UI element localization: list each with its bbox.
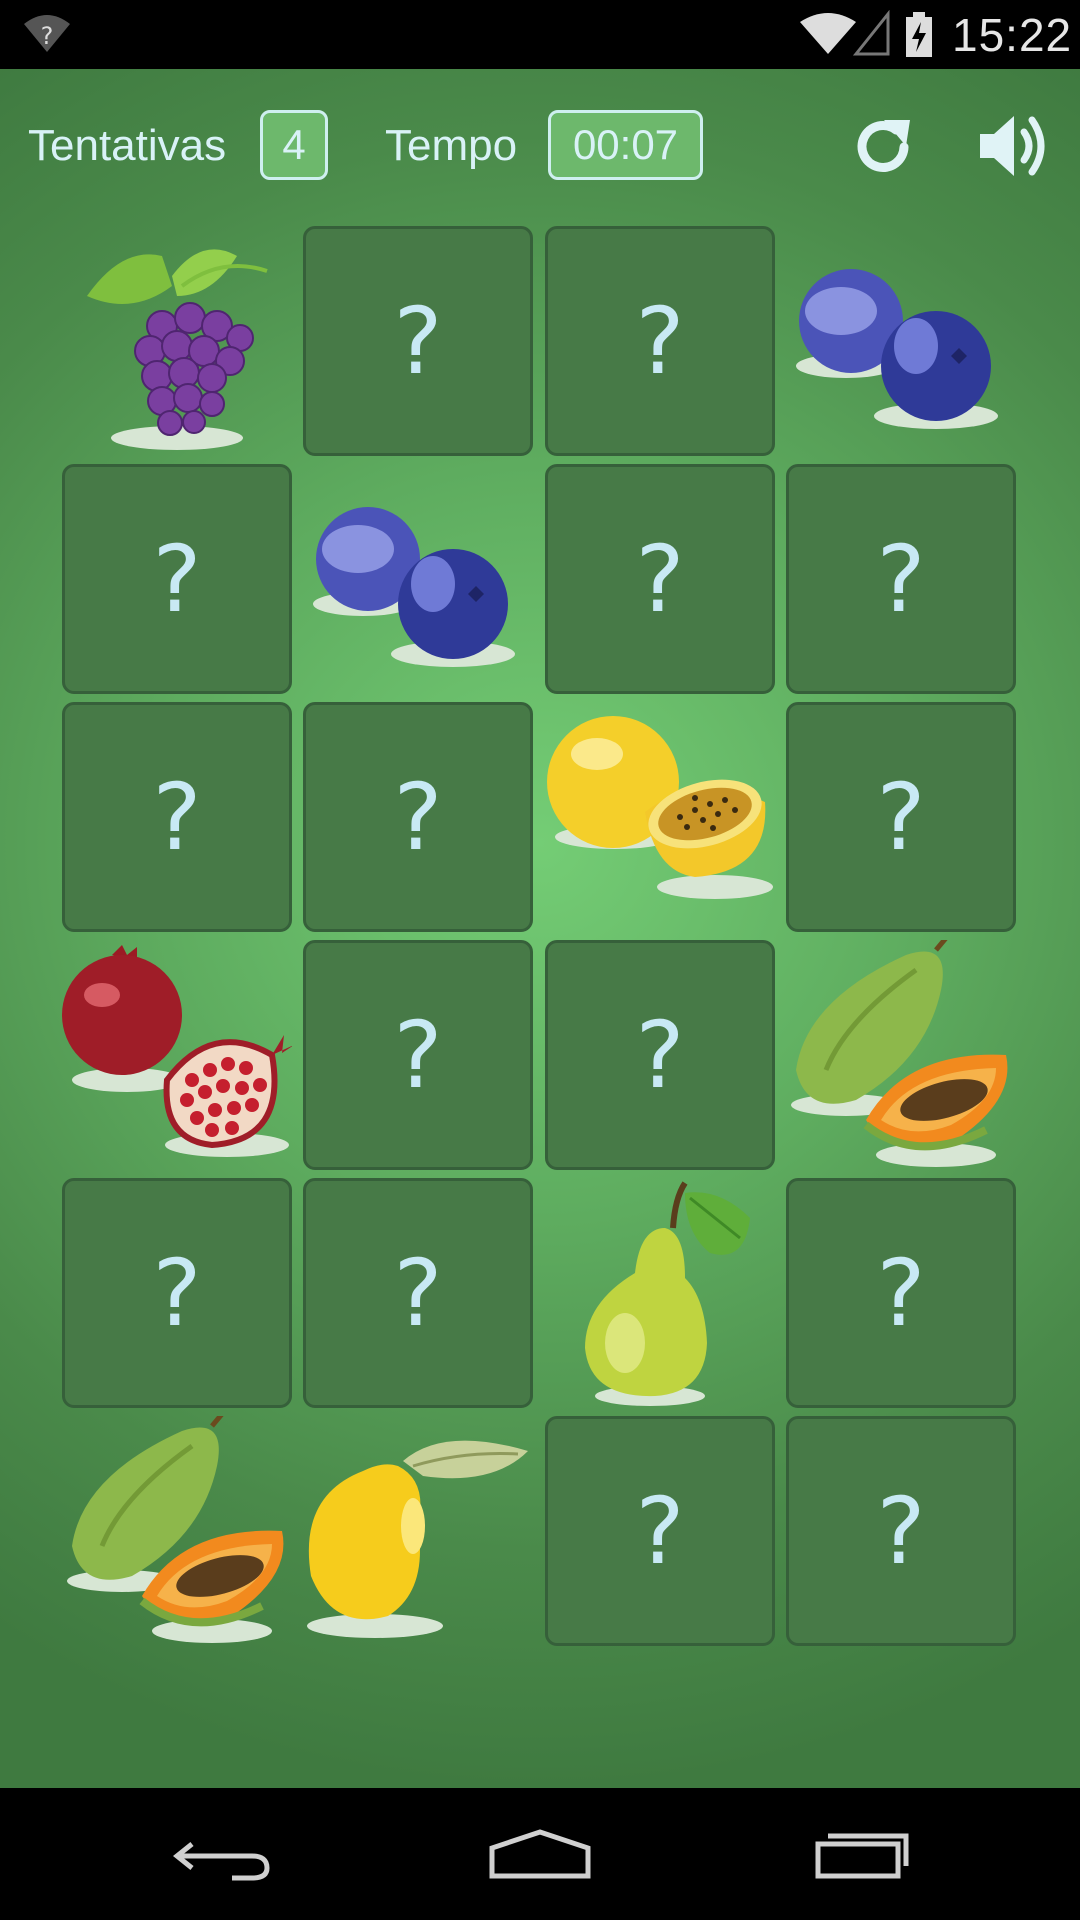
hidden-card[interactable]: ? [786, 1416, 1016, 1646]
blueberries-card[interactable] [786, 226, 1016, 456]
hidden-card[interactable]: ? [303, 1178, 533, 1408]
battery-charging-icon [906, 12, 932, 57]
navigation-bar [0, 1788, 1080, 1920]
hidden-card[interactable]: ? [545, 226, 775, 456]
pomegranate-card[interactable] [62, 940, 292, 1170]
unknown-network-icon: ? [24, 15, 70, 52]
papaya-card[interactable] [62, 1416, 292, 1646]
hidden-card[interactable]: ? [786, 1178, 1016, 1408]
time-counter: 00:07 [548, 110, 703, 180]
hidden-card[interactable]: ? [545, 464, 775, 694]
status-bar: ? 15:22 [0, 0, 1080, 69]
back-icon[interactable] [172, 1832, 272, 1882]
svg-text:?: ? [41, 22, 54, 50]
grapes-card[interactable] [62, 226, 292, 456]
lemon-card[interactable] [303, 1416, 533, 1646]
refresh-icon[interactable] [848, 112, 918, 182]
hidden-card[interactable]: ? [62, 464, 292, 694]
pear-card[interactable] [545, 1178, 775, 1408]
hidden-card[interactable]: ? [545, 940, 775, 1170]
hidden-card[interactable]: ? [62, 1178, 292, 1408]
hidden-card[interactable]: ? [303, 940, 533, 1170]
attempts-label: Tentativas [28, 121, 227, 170]
game-area: Tentativas 4 Tempo 00:07 ? ? ? ? ? ? ? ?… [0, 69, 1080, 1788]
recent-apps-icon[interactable] [814, 1830, 910, 1880]
sound-icon[interactable] [978, 108, 1052, 184]
clock: 15:22 [952, 9, 1073, 61]
wifi-icon [800, 10, 890, 56]
blueberries-card[interactable] [303, 464, 533, 694]
attempts-counter: 4 [260, 110, 328, 180]
passion-fruit-card[interactable] [545, 702, 775, 932]
hidden-card[interactable]: ? [786, 702, 1016, 932]
home-icon[interactable] [488, 1828, 592, 1880]
hidden-card[interactable]: ? [545, 1416, 775, 1646]
hidden-card[interactable]: ? [303, 226, 533, 456]
time-label: Tempo [385, 121, 518, 170]
papaya-card[interactable] [786, 940, 1016, 1170]
hidden-card[interactable]: ? [62, 702, 292, 932]
hidden-card[interactable]: ? [786, 464, 1016, 694]
hidden-card[interactable]: ? [303, 702, 533, 932]
